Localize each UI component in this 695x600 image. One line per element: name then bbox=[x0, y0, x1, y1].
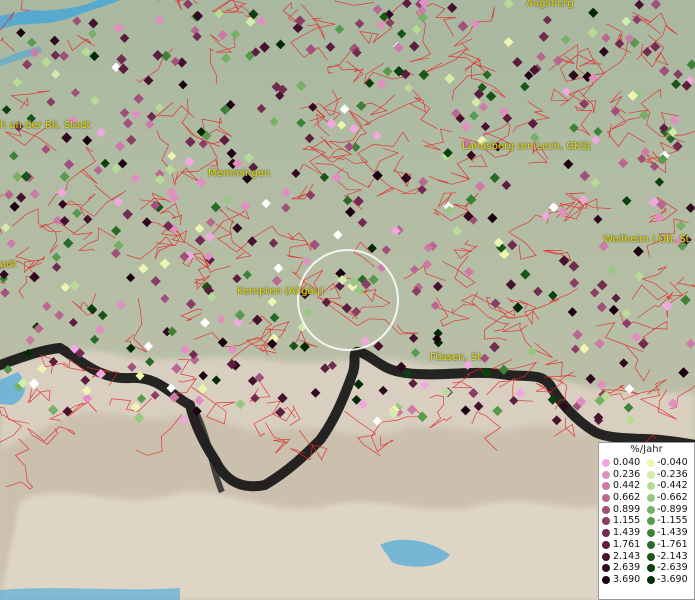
legend-row: 3.690 -3.690 bbox=[599, 574, 694, 586]
legend-row: 0.236 -0.236 bbox=[599, 469, 694, 481]
legend-swatch-negative bbox=[647, 459, 655, 467]
legend-swatch-positive bbox=[602, 482, 610, 491]
map-canvas[interactable] bbox=[0, 0, 695, 600]
legend-swatch-positive bbox=[602, 470, 610, 479]
legend-value-positive: 2.143 bbox=[613, 550, 641, 562]
legend-value-positive: 2.639 bbox=[613, 562, 641, 574]
lake-shape bbox=[0, 588, 180, 600]
legend-swatch-positive bbox=[602, 564, 610, 573]
legend-row: 0.442 -0.442 bbox=[599, 480, 694, 492]
legend-value-negative: -0.236 bbox=[657, 468, 688, 480]
city-label-fuessen: Füssen, St bbox=[430, 352, 482, 363]
legend-swatch-negative bbox=[647, 575, 655, 584]
legend-swatch-positive bbox=[602, 552, 610, 561]
legend-value-positive: 0.662 bbox=[613, 492, 641, 504]
legend-row: 0.899 -0.899 bbox=[599, 504, 694, 516]
legend-title: %/Jahr bbox=[630, 444, 663, 455]
city-label-landsberg: Landsberg am Lech, GKSt bbox=[462, 141, 591, 152]
legend-rows: 0.040 -0.040 0.236 -0.236 0.442 -0.442 0.662 -0… bbox=[599, 457, 694, 586]
legend-row: 1.439 -1.439 bbox=[599, 527, 694, 539]
legend-value-positive: 1.761 bbox=[613, 538, 641, 550]
legend-value-negative: -1.439 bbox=[657, 527, 688, 539]
legend-row: 2.639 -2.639 bbox=[599, 562, 694, 574]
legend-swatch-positive bbox=[602, 529, 610, 538]
legend-value-positive: 0.236 bbox=[613, 468, 641, 480]
legend-swatch-negative bbox=[647, 470, 655, 479]
legend-swatch-negative bbox=[647, 552, 655, 561]
legend-value-positive: 3.690 bbox=[613, 573, 641, 585]
legend-row: 2.143 -2.143 bbox=[599, 551, 694, 563]
legend-row: 1.155 -1.155 bbox=[599, 515, 694, 527]
legend-swatch-negative bbox=[647, 540, 655, 549]
legend-value-positive: 0.040 bbox=[613, 457, 641, 468]
legend-value-positive: 0.899 bbox=[613, 503, 641, 515]
legend-row: 0.040 -0.040 bbox=[599, 457, 694, 469]
legend-swatch-positive bbox=[602, 505, 610, 514]
legend-value-negative: -0.662 bbox=[657, 492, 688, 504]
legend-swatch-positive bbox=[602, 540, 610, 549]
legend-value-negative: -0.899 bbox=[657, 503, 688, 515]
legend-value-negative: -1.761 bbox=[657, 538, 688, 550]
city-label-kempten: Kempten (Allgäu) bbox=[237, 286, 324, 297]
legend-value-negative: -2.639 bbox=[657, 562, 688, 574]
legend-swatch-negative bbox=[647, 529, 655, 538]
legend-swatch-positive bbox=[602, 494, 610, 503]
legend-swatch-positive bbox=[602, 517, 610, 526]
legend-row: 0.662 -0.662 bbox=[599, 492, 694, 504]
legend-swatch-negative bbox=[647, 482, 655, 491]
legend-row: 1.761 -1.761 bbox=[599, 539, 694, 551]
city-label-weilheim: Weilheim i.OB, St bbox=[603, 234, 690, 245]
legend-swatch-negative bbox=[647, 564, 655, 573]
city-label-memmingen: Memmingen bbox=[208, 168, 271, 179]
legend-value-negative: -1.155 bbox=[657, 515, 688, 527]
city-label-augsburg: Augsburg bbox=[526, 0, 574, 9]
legend-value-negative: -2.143 bbox=[657, 550, 688, 562]
city-label-adt: adt bbox=[0, 259, 17, 270]
legend-value-positive: 0.442 bbox=[613, 480, 641, 492]
legend-swatch-negative bbox=[647, 517, 655, 526]
city-label-neuburg: h an der Ril, Stadt bbox=[0, 120, 91, 131]
legend-value-negative: -0.442 bbox=[657, 480, 688, 492]
legend-value-positive: 1.155 bbox=[613, 515, 641, 527]
legend-swatch-positive bbox=[602, 459, 610, 467]
legend-value-positive: 1.439 bbox=[613, 527, 641, 539]
legend-panel: %/Jahr 0.040 -0.040 0.236 -0.236 0.442 -0.442… bbox=[598, 442, 695, 600]
legend-swatch-negative bbox=[647, 494, 655, 503]
legend-value-negative: -0.040 bbox=[657, 457, 688, 468]
legend-swatch-negative bbox=[647, 505, 655, 514]
legend-value-negative: -3.690 bbox=[657, 573, 688, 585]
legend-swatch-positive bbox=[602, 575, 610, 584]
